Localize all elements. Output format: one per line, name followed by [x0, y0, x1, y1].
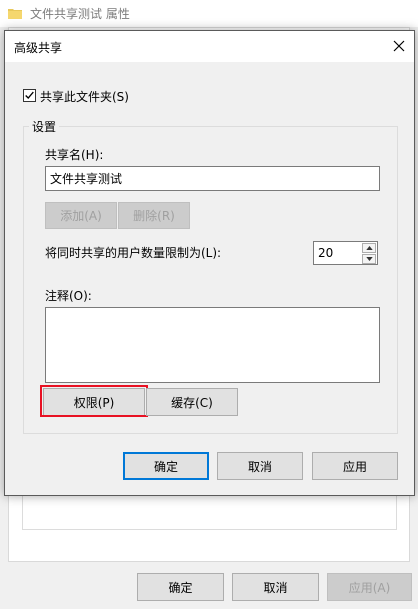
arrow-down-icon — [365, 257, 373, 261]
properties-ok-button[interactable]: 确定 — [137, 573, 224, 601]
dialog-apply-button[interactable]: 应用 — [312, 452, 398, 480]
share-name-label: 共享名(H): — [45, 148, 104, 162]
user-limit-value[interactable]: 20 — [318, 246, 333, 260]
user-limit-label: 将同时共享的用户数量限制为(L): — [45, 246, 222, 260]
properties-window-title: 文件共享测试 属性 — [30, 7, 130, 21]
comment-field[interactable] — [45, 307, 380, 383]
dialog-title: 高级共享 — [14, 41, 63, 55]
cache-button[interactable]: 缓存(C) — [146, 388, 238, 416]
stepper-down-button[interactable] — [362, 254, 376, 264]
advanced-sharing-dialog: 高级共享 共享此文件夹(S) 设置 共享名(H): 文件共享测试 添加(A) 删… — [4, 30, 415, 496]
dialog-titlebar: 高级共享 — [5, 31, 414, 62]
arrow-up-icon — [365, 246, 373, 250]
add-share-button: 添加(A) — [45, 202, 117, 229]
share-folder-checkbox[interactable] — [23, 89, 36, 102]
close-icon[interactable] — [390, 37, 408, 55]
properties-window-titlebar: 文件共享测试 属性 — [0, 0, 418, 27]
folder-icon — [8, 9, 22, 19]
check-icon — [25, 91, 34, 100]
user-limit-stepper[interactable]: 20 — [313, 241, 378, 265]
stepper-up-button[interactable] — [362, 243, 376, 253]
permissions-highlight-box — [40, 385, 148, 417]
dialog-ok-button[interactable]: 确定 — [123, 452, 209, 480]
properties-apply-button: 应用(A) — [327, 573, 412, 601]
settings-group-label: 设置 — [29, 118, 60, 135]
share-name-field[interactable]: 文件共享测试 — [45, 166, 380, 191]
properties-inner-box — [22, 495, 397, 530]
share-folder-label[interactable]: 共享此文件夹(S) — [40, 88, 129, 105]
comment-label: 注释(O): — [45, 289, 92, 303]
properties-cancel-button[interactable]: 取消 — [232, 573, 319, 601]
dialog-cancel-button[interactable]: 取消 — [217, 452, 303, 480]
remove-share-button: 删除(R) — [118, 202, 190, 229]
